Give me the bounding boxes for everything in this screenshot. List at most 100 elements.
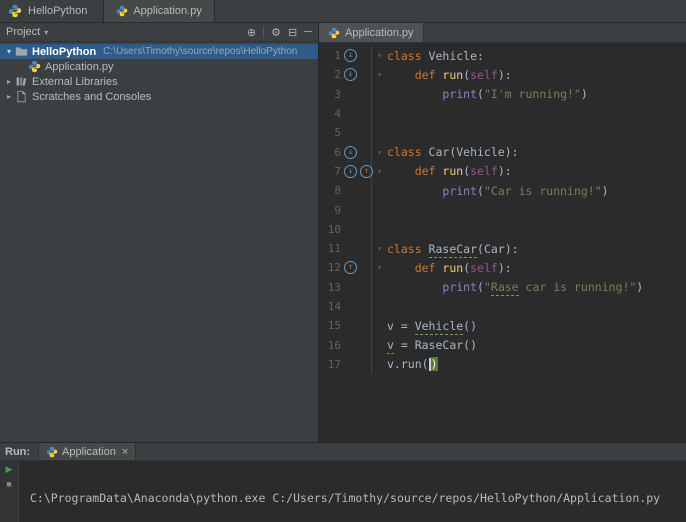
code-text[interactable]: def run(self): [387, 68, 512, 82]
tree-row-project-root[interactable]: ▾ HelloPython C:\Users\Timothy\source\re… [0, 44, 318, 59]
tree-label-project: HelloPython [32, 45, 97, 58]
code-token: = RaseCar() [393, 338, 478, 353]
fold-icon[interactable]: ▾ [372, 51, 387, 60]
folder-icon [15, 47, 28, 56]
python-file-icon [28, 60, 41, 73]
code-text[interactable]: class Vehicle: [387, 49, 484, 63]
tree-row-external-libraries[interactable]: ▸ External Libraries [0, 74, 318, 89]
tree-row-application-py[interactable]: Application.py [0, 59, 318, 74]
override-up-icon[interactable]: ↑ [344, 261, 357, 275]
chevron-right-icon[interactable]: ▸ [4, 77, 14, 86]
locate-icon[interactable]: ⊕ [247, 26, 256, 39]
rerun-icon[interactable]: ▶ [6, 465, 13, 474]
code-token: car is running!" [518, 280, 637, 295]
fold-icon[interactable]: ▾ [372, 148, 387, 157]
gutter-icons [341, 181, 372, 201]
libraries-icon [16, 77, 27, 86]
gutter-icons: ↓ [341, 65, 372, 85]
code-token: def [414, 67, 443, 82]
code-token: Vehicle [414, 318, 464, 335]
tree-label-scratches: Scratches and Consoles [32, 90, 152, 103]
code-token: class [387, 145, 429, 160]
code-token: ( [477, 87, 484, 102]
project-panel: Project ▾ ⊕ ⚙ ⊟ ─ ▾ HelloPython C:\Users… [0, 23, 319, 442]
code-line: 1 ↓ ▾ class Vehicle: [319, 46, 686, 66]
python-file-icon [117, 5, 128, 17]
tree-project-path: C:\Users\Timothy\source\repos\HelloPytho… [103, 46, 298, 57]
code-token: def [414, 164, 443, 179]
gutter-icons [341, 103, 372, 124]
code-line: 5 [319, 123, 686, 143]
settings-icon[interactable]: ⚙ [271, 26, 281, 39]
tree-row-scratches[interactable]: ▸ Scratches and Consoles [0, 89, 318, 104]
fold-icon[interactable]: ▾ [372, 263, 387, 272]
gutter-icons: ↓ [341, 46, 372, 66]
close-icon[interactable]: × [122, 446, 128, 458]
console-output: C:\ProgramData\Anaconda\python.exe C:/Us… [19, 461, 686, 522]
override-down-icon[interactable]: ↓ [344, 164, 357, 178]
code-line: 16 v = RaseCar() [319, 335, 686, 355]
code-token: "Car is running!" [483, 183, 602, 198]
code-line: 14 [319, 296, 686, 317]
code-token: print [442, 87, 478, 102]
code-token: Vehicle: [428, 48, 484, 63]
code-token: RaseCar [428, 241, 478, 258]
line-number: 13 [327, 280, 341, 294]
run-panel-header: Run: Application × [0, 443, 686, 460]
run-tab-application[interactable]: Application × [38, 443, 137, 460]
code-text[interactable]: v = RaseCar() [387, 338, 478, 355]
code-text[interactable]: print("Car is running!") [387, 183, 608, 198]
console-line: C:\ProgramData\Anaconda\python.exe C:/Us… [30, 491, 661, 505]
code-token: v [387, 338, 394, 355]
code-token: v = [387, 318, 415, 333]
project-tree: ▾ HelloPython C:\Users\Timothy\source\re… [0, 42, 318, 104]
chevron-right-icon[interactable]: ▸ [4, 92, 14, 101]
gutter-icons [341, 123, 372, 143]
gutter-icons [341, 277, 372, 297]
hide-panel-icon[interactable]: ─ [304, 26, 312, 38]
project-panel-title[interactable]: Project [6, 26, 40, 38]
chevron-down-icon[interactable]: ▾ [44, 28, 48, 37]
title-doc-tab[interactable]: Application.py [103, 0, 215, 22]
gutter-icons [341, 335, 372, 355]
run-body: ▶ ■ C:\ProgramData\Anaconda\python.exe C… [0, 460, 686, 522]
code-text[interactable]: v.run() [387, 357, 438, 372]
code-text[interactable]: print("Rase car is running!") [387, 280, 644, 297]
editor-tab-application-py[interactable]: Application.py [319, 23, 424, 42]
code-token: ) [430, 357, 438, 372]
line-number: 10 [327, 222, 341, 236]
code-area[interactable]: 1 ↓ ▾ class Vehicle: 2 ↓ ▾ def run(self): 3 pri… [319, 43, 686, 442]
override-down-icon[interactable]: ↓ [344, 145, 357, 159]
chevron-down-icon[interactable]: ▾ [4, 47, 14, 56]
collapse-all-icon[interactable]: ⊟ [288, 26, 297, 39]
stop-icon[interactable]: ■ [6, 480, 11, 489]
override-down-icon[interactable]: ↓ [344, 49, 357, 63]
gutter-icons [341, 219, 372, 239]
fold-icon[interactable]: ▾ [372, 244, 387, 253]
scratches-icon [17, 90, 26, 103]
run-panel: Run: Application × ▶ ■ C:\ProgramData\An… [0, 442, 686, 522]
code-text[interactable]: class Car(Vehicle): [387, 145, 519, 159]
code-line: 12 ↑ ▾ def run(self): [319, 258, 686, 278]
code-text[interactable]: class RaseCar(Car): [387, 241, 519, 258]
gutter-icons [341, 238, 372, 259]
title-bar: HelloPython Application.py [0, 0, 686, 23]
code-text[interactable]: def run(self): [387, 164, 512, 178]
code-token: Car(Vehicle): [428, 145, 519, 160]
fold-icon[interactable]: ▾ [372, 167, 387, 176]
line-number: 3 [334, 87, 341, 101]
code-line: 7 ↓ ↑ ▾ def run(self): [319, 161, 686, 182]
code-line: 9 [319, 200, 686, 220]
code-text[interactable]: print("I'm running!") [387, 87, 587, 102]
override-down-icon[interactable]: ↓ [344, 68, 357, 82]
code-text[interactable]: v = Vehicle() [387, 318, 477, 335]
code-token: def [414, 260, 443, 275]
code-text[interactable]: def run(self): [387, 261, 512, 275]
line-number: 9 [334, 203, 341, 217]
code-token: ) [636, 280, 644, 295]
fold-icon[interactable]: ▾ [372, 70, 387, 79]
